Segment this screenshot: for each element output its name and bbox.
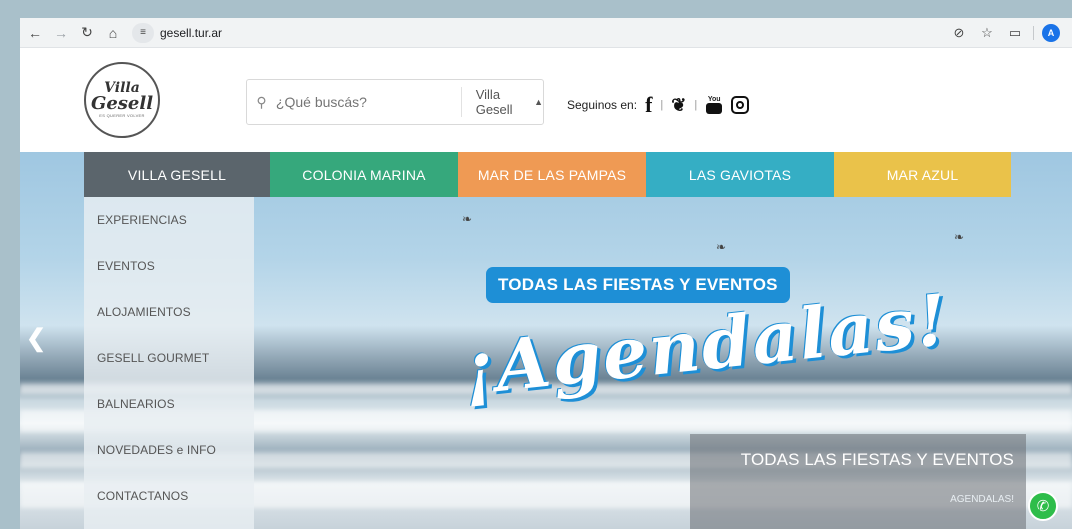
tab-mar-azul[interactable]: MAR AZUL [834,152,1011,197]
youtube-icon[interactable]: You [705,95,723,115]
youtube-icon-box [706,103,723,114]
search-icon[interactable]: ⚲ [247,94,276,111]
social-separator: | [660,99,664,111]
search-input[interactable] [275,94,457,110]
dropdown-menu: EXPERIENCIAS EVENTOS ALOJAMIENTOS GESELL GO… [84,197,254,529]
browser-actions: ⊘ ☆ ▭ A [949,23,1072,43]
facebook-icon[interactable]: f [645,92,652,118]
logo-line-2: Gesell [90,93,154,114]
select-caret-icon: ▲︎ [534,97,543,107]
browser-window: ← → ↻ ⌂ ≡ gesell.tur.ar ⊘ ☆ ▭ A Villa Ge… [20,18,1072,529]
caption-link[interactable]: AGENDALAS! [706,494,1014,505]
search-box: ⚲ Villa Gesell ▲︎ [246,79,544,125]
menu-item-experiencias[interactable]: EXPERIENCIAS [84,197,254,243]
twitter-icon[interactable]: ❦ [671,95,686,116]
menu-item-novedades-e-info[interactable]: NOVEDADES e INFO [84,427,254,473]
menu-item-eventos[interactable]: EVENTOS [84,243,254,289]
seagull-image: ❧ [954,230,965,244]
menu-item-gesell-gourmet[interactable]: GESELL GOURMET [84,335,254,381]
forward-icon[interactable]: → [50,22,72,44]
menu-item-alojamientos[interactable]: ALOJAMIENTOS [84,289,254,335]
caption-title: TODAS LAS FIESTAS Y EVENTOS [740,450,1014,469]
site-logo[interactable]: Villa Gesell ES QUERER VOLVER [84,62,160,138]
youtube-icon-text: You [707,96,721,103]
back-icon[interactable]: ← [24,22,46,44]
location-select-value: Villa Gesell [475,87,513,117]
hero-banner: TODAS LAS FIESTAS Y EVENTOS [486,267,790,303]
instagram-icon[interactable] [731,96,750,114]
menu-item-contactanos[interactable]: CONTACTANOS [84,473,254,519]
star-icon[interactable]: ☆ [977,23,997,43]
whatsapp-icon[interactable]: ✆ [1028,491,1058,521]
tab-las-gaviotas[interactable]: LAS GAVIOTAS [646,152,834,197]
home-icon[interactable]: ⌂ [102,22,124,44]
seagull-image: ❧ [462,212,473,226]
slider-prev-icon[interactable]: ❮ [26,324,46,353]
slide-caption[interactable]: TODAS LAS FIESTAS Y EVENTOS AGENDALAS! [690,434,1026,529]
seagull-image: ❧ [716,240,727,254]
menu-item-balnearios[interactable]: BALNEARIOS [84,381,254,427]
social-separator: | [694,99,698,111]
site-header: Villa Gesell ES QUERER VOLVER ⚲ Villa Ge… [20,48,1072,152]
eye-off-icon[interactable]: ⊘ [949,23,969,43]
tab-mar-de-las-pampas[interactable]: MAR DE LAS PAMPAS [458,152,646,197]
destination-tabs: VILLA GESELL COLONIA MARINA MAR DE LAS PAM… [84,152,1011,197]
tab-villa-gesell[interactable]: VILLA GESELL [84,152,270,197]
url-text[interactable]: gesell.tur.ar [160,26,222,40]
logo-tagline: ES QUERER VOLVER [99,113,145,118]
reload-icon[interactable]: ↻ [76,22,98,44]
extensions-icon[interactable]: ▭ [1005,23,1025,43]
profile-avatar[interactable]: A [1042,23,1060,42]
location-select[interactable]: Villa Gesell ▲︎ [462,87,543,117]
site-settings-icon[interactable]: ≡ [132,22,154,43]
address-bar[interactable]: ≡ gesell.tur.ar [132,22,222,44]
social-links: Seguinos en: f | ❦ | You [567,92,750,118]
social-label: Seguinos en: [567,98,638,112]
tab-colonia-marina[interactable]: COLONIA MARINA [270,152,458,197]
browser-toolbar: ← → ↻ ⌂ ≡ gesell.tur.ar ⊘ ☆ ▭ A [20,18,1072,48]
toolbar-divider [1033,25,1034,40]
hero-slider[interactable]: ❧ ❧ ❧ VILLA GESELL COLONIA MARINA MAR DE L… [20,152,1072,529]
